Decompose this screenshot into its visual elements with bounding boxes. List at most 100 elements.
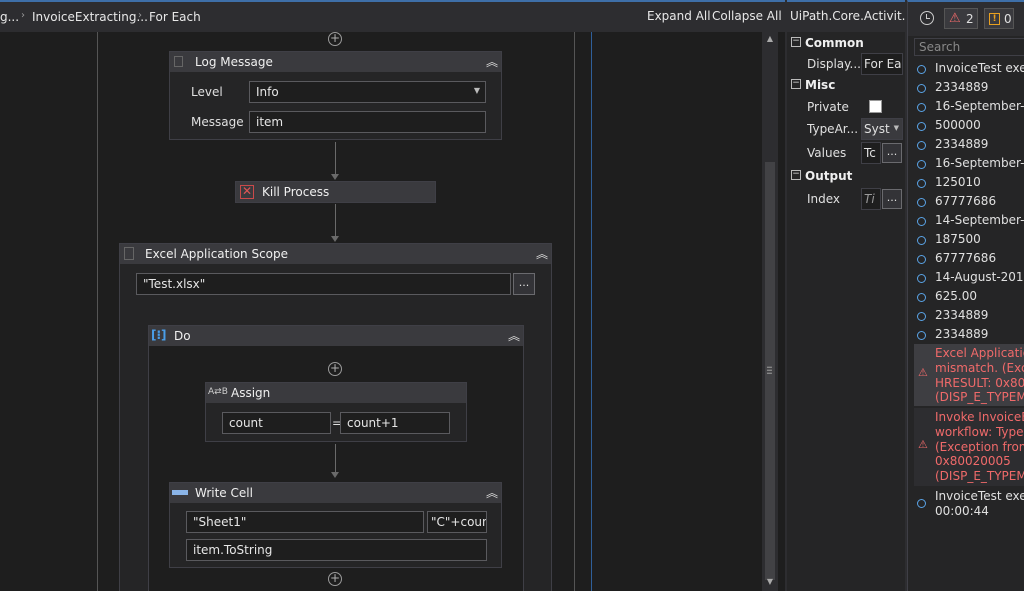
- arrow-down-icon: [331, 472, 339, 478]
- properties-panel: UiPath.Core.Activit... − Common Display.…: [787, 0, 905, 591]
- breadcrumb-separator-icon: ›: [138, 10, 142, 21]
- log-icon: [174, 56, 183, 67]
- do-header[interactable]: [⁝] Do ︽: [149, 326, 523, 346]
- error-log-item[interactable]: ⚠ Excel Application mismatch. (Excep HRE…: [914, 344, 1024, 406]
- search-input[interactable]: Search: [914, 38, 1024, 56]
- arrow-down-icon: [331, 174, 339, 180]
- message-label: Message: [191, 115, 244, 129]
- info-icon: [917, 236, 926, 245]
- designer-scrollbar[interactable]: ▲ ━ ━ ━ ▼: [762, 32, 778, 591]
- write-cell-title: Write Cell: [195, 486, 253, 500]
- warning-triangle-icon: ⚠: [918, 438, 928, 451]
- assign-value-input[interactable]: count+1: [340, 412, 450, 434]
- workflow-designer: g... › InvoiceExtracting... › For Each E…: [0, 0, 785, 591]
- property-row-values[interactable]: Values Tc ...: [801, 142, 903, 164]
- expand-all-button[interactable]: Expand All: [647, 9, 711, 23]
- index-ellipsis-button[interactable]: ...: [882, 189, 902, 209]
- kill-process-title: Kill Process: [262, 185, 330, 199]
- level-dropdown[interactable]: Info ▼: [249, 81, 486, 103]
- collapse-box-icon[interactable]: −: [791, 170, 801, 180]
- excel-application-scope-activity[interactable]: Excel Application Scope ︽ "Test.xlsx" ..…: [119, 243, 552, 591]
- values-input[interactable]: Tc: [861, 142, 881, 164]
- excel-scope-header[interactable]: Excel Application Scope ︽: [120, 244, 551, 264]
- display-name-input[interactable]: For Eac: [861, 53, 903, 75]
- error-log-item[interactable]: ⚠ Invoke InvoiceExt workflow: Type m (Ex…: [914, 408, 1024, 486]
- property-row-private[interactable]: Private: [801, 96, 903, 118]
- info-icon: [917, 141, 926, 150]
- values-ellipsis-button[interactable]: ...: [882, 143, 902, 163]
- do-sequence[interactable]: [⁝] Do ︽ + A⇄B Assign count = count+1 Wr…: [148, 325, 524, 591]
- type-argument-dropdown[interactable]: Syst ▼: [861, 118, 903, 140]
- breadcrumb-item-1[interactable]: g...: [0, 10, 19, 24]
- assign-activity[interactable]: A⇄B Assign count = count+1: [205, 382, 467, 442]
- info-icon: [917, 331, 926, 340]
- output-panel: ⚠ 2 ! 0 Search InvoiceTest execu 2334889…: [907, 0, 1024, 591]
- write-cell-header[interactable]: Write Cell ︽: [170, 483, 501, 503]
- properties-title: UiPath.Core.Activit...: [787, 2, 905, 32]
- breadcrumb-separator-icon: ›: [21, 10, 25, 21]
- clock-icon[interactable]: [920, 11, 934, 25]
- property-row-display-name[interactable]: Display... For Eac: [801, 53, 903, 75]
- assign-to-input[interactable]: count: [222, 412, 331, 434]
- log-message-activity[interactable]: Log Message ︽ Level Info ▼ Message item: [169, 51, 502, 140]
- collapse-box-icon[interactable]: −: [791, 79, 801, 89]
- info-icon: [917, 312, 926, 321]
- level-label: Level: [191, 85, 223, 99]
- do-title: Do: [174, 329, 191, 343]
- chevron-down-icon: ▼: [893, 124, 899, 132]
- collapse-box-icon[interactable]: −: [791, 37, 801, 47]
- excel-scope-title: Excel Application Scope: [145, 247, 289, 261]
- workbook-path-input[interactable]: "Test.xlsx": [136, 273, 511, 295]
- breadcrumb-item-3[interactable]: For Each: [149, 10, 201, 24]
- message-input[interactable]: item: [249, 111, 486, 133]
- info-icon: [917, 160, 926, 169]
- private-checkbox[interactable]: [869, 100, 882, 113]
- designer-toolbar: g... › InvoiceExtracting... › For Each E…: [0, 2, 785, 32]
- sheet-name-input[interactable]: "Sheet1": [186, 511, 424, 533]
- info-icon: [917, 65, 926, 74]
- collapse-all-button[interactable]: Collapse All: [712, 9, 782, 23]
- scroll-down-icon[interactable]: ▼: [762, 577, 778, 589]
- warnings-filter-button[interactable]: ⚠ 2: [944, 8, 978, 29]
- category-common[interactable]: − Common: [789, 34, 905, 54]
- info-icon: [917, 122, 926, 131]
- browse-button[interactable]: ...: [513, 273, 535, 295]
- info-icon: [917, 255, 926, 264]
- scroll-up-icon[interactable]: ▲: [762, 34, 778, 46]
- info-icon: [917, 103, 926, 112]
- scrollbar-thumb[interactable]: ━ ━ ━: [765, 162, 775, 580]
- add-activity-plus-icon[interactable]: +: [328, 362, 342, 376]
- add-activity-plus-icon[interactable]: +: [328, 572, 342, 586]
- warning-triangle-icon: ⚠: [949, 11, 961, 26]
- property-row-type-argument[interactable]: TypeAr... Syst ▼: [801, 118, 903, 140]
- category-output[interactable]: − Output: [789, 167, 905, 187]
- assign-title: Assign: [231, 386, 271, 400]
- breadcrumb-item-2[interactable]: InvoiceExtracting...: [32, 10, 148, 24]
- collapse-icon[interactable]: ︽: [486, 53, 498, 70]
- log-message-header[interactable]: Log Message ︽: [170, 52, 501, 72]
- info-icon: [917, 293, 926, 302]
- list-item[interactable]: InvoiceTest execu 00:00:44: [914, 489, 1024, 521]
- write-cell-activity[interactable]: Write Cell ︽ "Sheet1" "C"+coun item.ToSt…: [169, 482, 502, 568]
- cell-range-input[interactable]: "C"+coun: [427, 511, 487, 533]
- collapse-icon[interactable]: ︽: [486, 484, 498, 501]
- property-row-index[interactable]: Index Ti ...: [801, 188, 903, 210]
- assign-header[interactable]: A⇄B Assign: [206, 383, 466, 403]
- info-icon: [917, 179, 926, 188]
- add-activity-plus-icon[interactable]: +: [328, 32, 342, 46]
- output-toolbar: ⚠ 2 ! 0: [908, 2, 1024, 36]
- collapse-icon[interactable]: ︽: [508, 327, 520, 344]
- info-icon: [917, 274, 926, 283]
- cell-text-input[interactable]: item.ToString: [186, 539, 487, 561]
- grip-icon: ━ ━ ━: [767, 363, 772, 378]
- write-cell-icon: [172, 490, 188, 495]
- category-misc[interactable]: − Misc: [789, 76, 905, 96]
- excel-icon: [124, 247, 134, 260]
- kill-process-activity[interactable]: ✕ Kill Process: [235, 181, 436, 203]
- index-input[interactable]: Ti: [861, 188, 881, 210]
- kill-process-icon: ✕: [240, 184, 254, 199]
- sequence-icon: [⁝]: [151, 328, 167, 342]
- errors-filter-button[interactable]: ! 0: [984, 8, 1014, 29]
- warning-triangle-icon: ⚠: [918, 366, 928, 379]
- collapse-icon[interactable]: ︽: [536, 245, 548, 262]
